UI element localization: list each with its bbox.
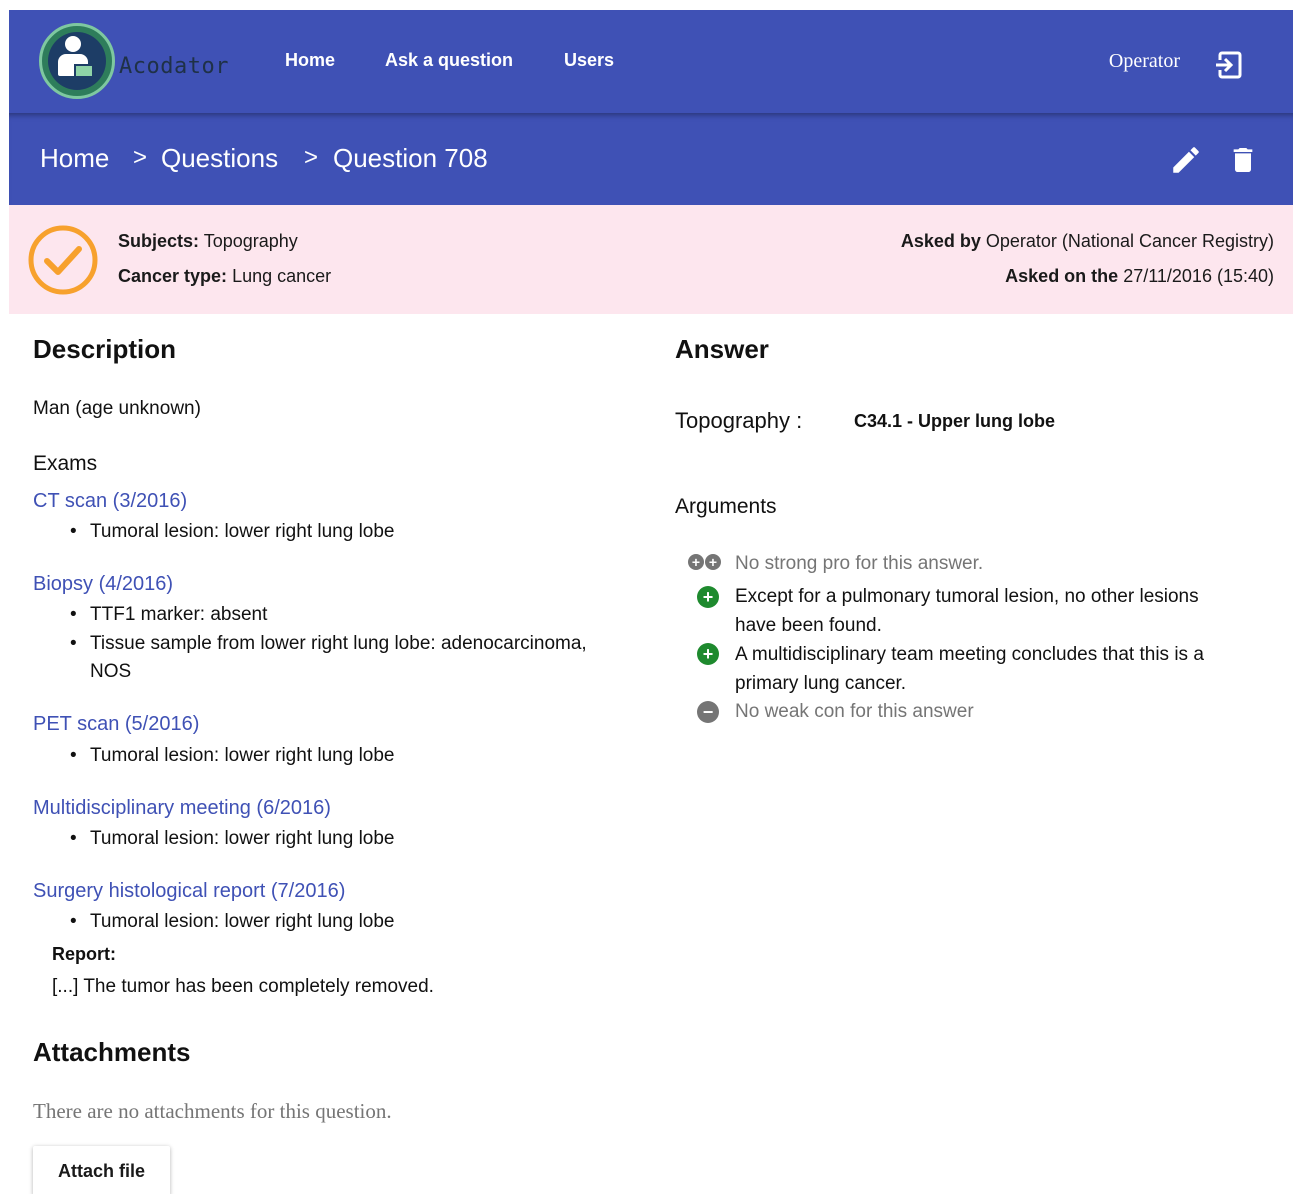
exam-finding: Tumoral lesion: lower right lung lobe [70, 825, 394, 853]
edit-icon[interactable] [1169, 143, 1203, 177]
asked-by-value: Operator (National Cancer Registry) [985, 231, 1274, 251]
exam-link[interactable]: Biopsy (4/2016) [33, 573, 173, 596]
answer-heading: Answer [675, 334, 769, 364]
logout-icon[interactable] [1213, 50, 1243, 80]
exam-finding: Tissue sample from lower right lung lobe… [70, 630, 630, 686]
check-circle-icon [28, 225, 98, 295]
asked-by-row: Asked by Operator (National Cancer Regis… [901, 231, 1274, 252]
plus-icon: + [705, 554, 721, 570]
exam-link[interactable]: Multidisciplinary meeting (6/2016) [33, 797, 331, 820]
arguments-heading: Arguments [675, 495, 777, 518]
answer-field-value: C34.1 - Upper lung lobe [854, 411, 1056, 431]
plus-icon: + [688, 554, 704, 570]
breadcrumb-home[interactable]: Home [40, 143, 109, 174]
breadcrumb-separator: > [133, 144, 148, 171]
minus-icon: − [697, 701, 719, 723]
current-user-name: Operator [1108, 50, 1180, 72]
subjects-label: Subjects: [118, 231, 200, 251]
attachments-heading: Attachments [33, 1037, 191, 1067]
argument-strong-pro: No strong pro for this answer. [735, 553, 984, 574]
exam-link[interactable]: PET scan (5/2016) [33, 713, 199, 736]
page-title: Question 708 [333, 143, 488, 173]
breadcrumb-separator: > [304, 144, 319, 171]
question-info-bar: Subjects: Topography Cancer type: Lung c… [9, 205, 1293, 314]
cancer-type-value: Lung cancer [232, 266, 332, 286]
exam-finding: Tumoral lesion: lower right lung lobe [70, 908, 394, 936]
description-heading: Description [33, 334, 177, 364]
argument-weak-con: No weak con for this answer [735, 701, 974, 722]
exam-finding: TTF1 marker: absent [70, 601, 267, 629]
delete-icon[interactable] [1227, 143, 1259, 177]
breadcrumb-questions[interactable]: Questions [161, 143, 278, 174]
patient-description: Man (age unknown) [33, 398, 201, 419]
logo-text: Acodator [119, 54, 229, 79]
subjects-row: Subjects: Topography [118, 231, 298, 252]
plus-icon: + [697, 586, 719, 608]
asked-on-row: Asked on the 27/11/2016 (15:40) [1005, 266, 1274, 287]
asked-by-label: Asked by [900, 231, 981, 251]
exam-link[interactable]: Surgery histological report (7/2016) [33, 880, 345, 903]
asked-on-value: 27/11/2016 (15:40) [1123, 266, 1274, 286]
cancer-type-row: Cancer type: Lung cancer [118, 266, 331, 287]
exam-finding: Tumoral lesion: lower right lung lobe [70, 742, 394, 770]
plus-icon: + [697, 643, 719, 665]
argument-pro: Except for a pulmonary tumoral lesion, n… [735, 586, 1199, 636]
top-nav-bar: Acodator Home Ask a question Users Opera… [9, 10, 1293, 113]
app-logo[interactable] [39, 23, 115, 99]
argument-pro: A multidisciplinary team meeting conclud… [735, 644, 1204, 694]
exams-heading: Exams [33, 452, 98, 475]
nav-users[interactable]: Users [564, 50, 614, 71]
attach-file-button[interactable]: Attach file [33, 1146, 170, 1194]
breadcrumb: Home > Questions > Question 708 [9, 113, 1293, 205]
cancer-type-label: Cancer type: [118, 266, 228, 286]
exam-link[interactable]: CT scan (3/2016) [33, 490, 187, 513]
answer-field-label: Topography : [675, 408, 803, 433]
nav-ask-question[interactable]: Ask a question [385, 50, 513, 71]
report-text: [...] The tumor has been completely remo… [52, 976, 434, 997]
attachments-empty-message: There are no attachments for this questi… [33, 1099, 392, 1123]
exam-finding: Tumoral lesion: lower right lung lobe [70, 518, 394, 546]
nav-home[interactable]: Home [285, 50, 335, 71]
subjects-value: Topography [203, 231, 298, 251]
asked-on-label: Asked on the [1005, 266, 1119, 286]
report-label: Report: [52, 944, 116, 964]
